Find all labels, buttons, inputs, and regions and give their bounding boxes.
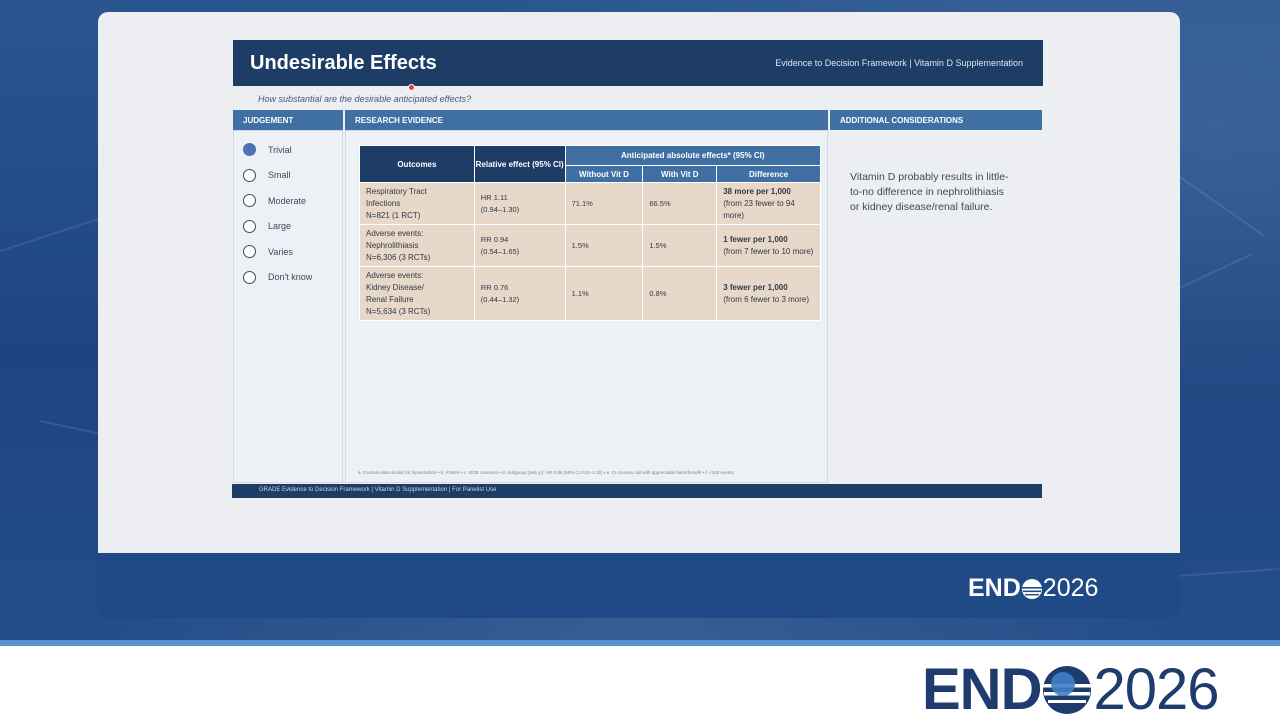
with-cell: 66.5% (642, 182, 718, 225)
relative-line: (0.44–1.32) (480, 294, 520, 304)
logo-text: END (968, 574, 1021, 602)
judgement-option-large[interactable]: Large (243, 214, 312, 240)
radio-icon[interactable] (243, 168, 256, 182)
judgement-question: How substantial are the desirable antici… (258, 94, 472, 104)
relative-cell: RR 0.94 (0.54–1.65) (473, 224, 566, 267)
difference-ci: (from 7 fewer to 10 more) (723, 246, 814, 256)
slide-header: Undesirable Effects Evidence to Decision… (233, 40, 1043, 86)
difference-ci: (from 6 fewer to 3 more) (723, 294, 810, 304)
logo-text: END (922, 657, 1042, 720)
table-row: Respiratory Tract Infections N=821 (1 RC… (359, 182, 821, 225)
outcome-line: Renal Failure (366, 294, 414, 304)
outcome-line: Adverse events: (366, 228, 424, 238)
evidence-table: Outcomes Relative effect (95% CI) Antici… (359, 145, 822, 321)
outcome-line: Infections (366, 198, 401, 208)
relative-line: RR 0.94 (480, 234, 509, 244)
endo-logo: END 2026 (922, 656, 1220, 720)
header-without: Without Vit D (564, 165, 644, 183)
judgement-option-dont-know[interactable]: Don't know (243, 265, 312, 291)
laser-pointer (408, 84, 415, 91)
outcome-line: N=821 (1 RCT) (366, 210, 421, 220)
table-row: Adverse events: Kidney Disease/ Renal Fa… (359, 266, 821, 321)
difference-value: 1 fewer per 1,000 (723, 234, 788, 244)
judgement-option-label: Trivial (268, 144, 292, 155)
with-cell: 1.5% (642, 224, 718, 267)
without-cell: 1.5% (564, 224, 644, 267)
outcome-line: Adverse events: (366, 270, 424, 280)
outcome-cell: Respiratory Tract Infections N=821 (1 RC… (359, 182, 475, 225)
judgement-column-header: JUDGEMENT (233, 110, 343, 130)
radio-icon[interactable] (243, 219, 256, 233)
judgement-option-moderate[interactable]: Moderate (243, 188, 312, 214)
header-difference: Difference (716, 165, 821, 183)
with-cell: 0.8% (642, 266, 718, 321)
research-column-header: RESEARCH EVIDENCE (345, 110, 828, 130)
slide-card: Undesirable Effects Evidence to Decision… (98, 12, 1180, 618)
radio-selected-icon[interactable] (243, 143, 256, 157)
globe-icon (1021, 578, 1042, 599)
without-cell: 71.1% (564, 182, 644, 225)
judgement-option-varies[interactable]: Varies (243, 239, 312, 265)
slide-footer: GRADE Evidence to Decision Framework | V… (232, 484, 1042, 498)
judgement-option-label: Large (268, 221, 292, 232)
table-footnotes: a. Fracture data similar for hip/vertebr… (358, 470, 734, 475)
header-with: With Vit D (642, 165, 718, 183)
outcome-cell: Adverse events: Kidney Disease/ Renal Fa… (359, 266, 475, 321)
radio-icon[interactable] (243, 245, 256, 259)
relative-line: (0.94–1.30) (480, 204, 520, 214)
globe-icon (1043, 665, 1092, 714)
additional-column-header: ADDITIONAL CONSIDERATIONS (830, 110, 1042, 130)
relative-cell: RR 0.76 (0.44–1.32) (473, 266, 566, 321)
judgement-option-trivial[interactable]: Trivial (243, 137, 312, 163)
header-outcomes: Outcomes (359, 145, 475, 183)
outcome-line: Kidney Disease/ (366, 282, 424, 292)
difference-value: 3 fewer per 1,000 (723, 282, 788, 292)
outcome-line: N=5,634 (3 RCTs) (366, 306, 431, 316)
header-anticipated: Anticipated absolute effects* (95% CI) (564, 145, 822, 166)
relative-line: RR 0.76 (480, 282, 509, 292)
table-row: Adverse events: Nephrolithiasis N=6,306 … (359, 224, 821, 267)
difference-cell: 38 more per 1,000 (from 23 fewer to 94 m… (716, 182, 821, 225)
relative-line: HR 1.11 (480, 192, 508, 202)
card-endo-logo: END 2026 (968, 574, 1098, 603)
additional-considerations-text: Vitamin D probably results in little-to-… (850, 171, 1009, 213)
judgement-option-small[interactable]: Small (243, 163, 312, 189)
outcome-cell: Adverse events: Nephrolithiasis N=6,306 … (359, 224, 475, 267)
difference-cell: 3 fewer per 1,000 (from 6 fewer to 3 mor… (716, 266, 821, 321)
without-cell: 1.1% (564, 266, 644, 321)
outcome-line: Respiratory Tract (366, 186, 427, 196)
outcome-line: Nephrolithiasis (366, 240, 419, 250)
logo-year: 2026 (1093, 657, 1219, 720)
judgement-options: Trivial Small Moderate Large Varies Don'… (243, 137, 312, 290)
judgement-option-label: Moderate (268, 195, 307, 206)
relative-cell: HR 1.11 (0.94–1.30) (473, 182, 566, 225)
judgement-option-label: Small (268, 170, 291, 181)
difference-value: 38 more per 1,000 (723, 186, 791, 196)
relative-line: (0.54–1.65) (480, 246, 520, 256)
slide-title: Undesirable Effects (250, 51, 437, 74)
difference-ci: (from 23 fewer to 94 more) (723, 198, 795, 220)
radio-icon[interactable] (243, 270, 256, 284)
difference-cell: 1 fewer per 1,000 (from 7 fewer to 10 mo… (716, 224, 821, 267)
judgement-option-label: Varies (268, 246, 293, 257)
header-relative-effect: Relative effect (95% CI) (473, 145, 566, 183)
radio-icon[interactable] (243, 194, 256, 208)
slide-breadcrumb: Evidence to Decision Framework | Vitamin… (775, 58, 1023, 68)
judgement-option-label: Don't know (268, 272, 313, 283)
logo-year: 2026 (1042, 574, 1099, 602)
outcome-line: N=6,306 (3 RCTs) (366, 252, 431, 262)
